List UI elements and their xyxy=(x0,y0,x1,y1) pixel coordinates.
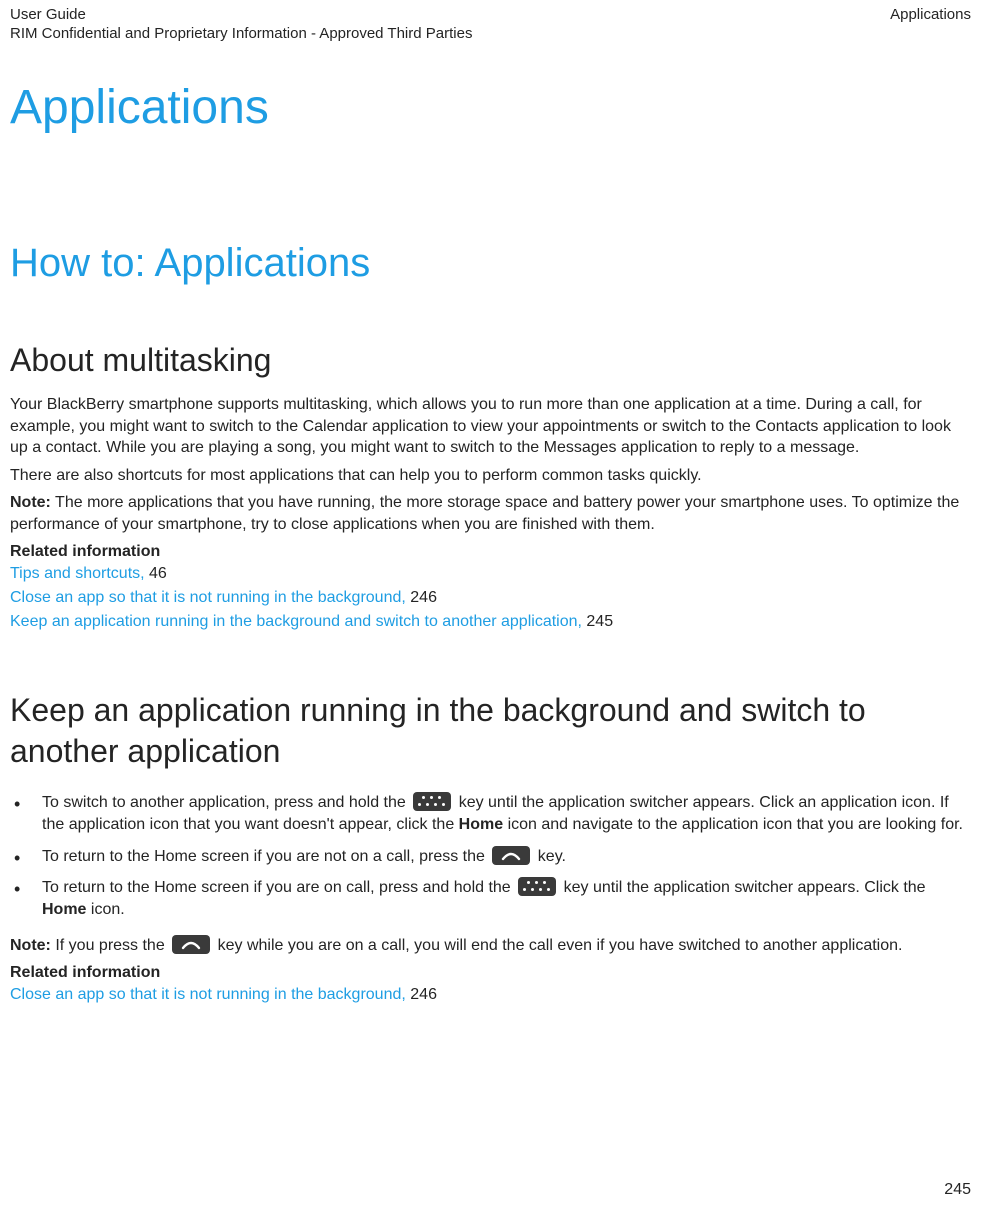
related-link-row: Close an app so that it is not running i… xyxy=(10,587,971,609)
keep-heading: Keep an application running in the backg… xyxy=(10,690,971,772)
about-note: Note: The more applications that you hav… xyxy=(10,492,971,535)
related-link-row: Close an app so that it is not running i… xyxy=(10,984,971,1006)
text-segment: If you press the xyxy=(51,937,169,954)
link-close-app[interactable]: Close an app so that it is not running i… xyxy=(10,986,406,1003)
related-info-heading: Related information xyxy=(10,543,971,561)
text-segment: key. xyxy=(538,848,566,865)
list-item: To switch to another application, press … xyxy=(10,792,971,836)
end-key-icon xyxy=(492,846,530,865)
header-left: User Guide RIM Confidential and Propriet… xyxy=(10,6,472,44)
keep-note: Note: If you press the key while you are… xyxy=(10,935,971,956)
header-chapter: Applications xyxy=(890,6,971,44)
end-key-icon xyxy=(172,935,210,954)
text-segment: key until the application switcher appea… xyxy=(564,879,926,896)
text-segment: To return to the Home screen if you are … xyxy=(42,879,515,896)
related-info-heading: Related information xyxy=(10,964,971,982)
link-keep-running[interactable]: Keep an application running in the backg… xyxy=(10,613,582,630)
header-doc-title: User Guide xyxy=(10,6,472,25)
menu-key-icon xyxy=(518,877,556,896)
about-paragraph-1: Your BlackBerry smartphone supports mult… xyxy=(10,394,971,458)
link-tips-shortcuts[interactable]: Tips and shortcuts, xyxy=(10,565,145,582)
home-label: Home xyxy=(42,901,86,918)
section-heading: How to: Applications xyxy=(10,241,971,286)
link-page-ref: 46 xyxy=(149,565,167,582)
text-segment: To switch to another application, press … xyxy=(42,794,410,811)
note-body: The more applications that you have runn… xyxy=(10,494,959,532)
link-page-ref: 246 xyxy=(410,589,437,606)
note-label: Note: xyxy=(10,494,51,511)
text-segment: icon. xyxy=(91,901,125,918)
link-page-ref: 246 xyxy=(410,986,437,1003)
note-label: Note: xyxy=(10,937,51,954)
page-number: 245 xyxy=(944,1181,971,1199)
about-heading: About multitasking xyxy=(10,340,971,381)
instruction-list: To switch to another application, press … xyxy=(10,792,971,921)
related-link-row: Tips and shortcuts, 46 xyxy=(10,563,971,585)
home-label: Home xyxy=(459,816,503,833)
about-paragraph-2: There are also shortcuts for most applic… xyxy=(10,465,971,486)
text-segment: To return to the Home screen if you are … xyxy=(42,848,489,865)
page-header: User Guide RIM Confidential and Propriet… xyxy=(10,6,971,44)
link-page-ref: 245 xyxy=(586,613,613,630)
link-close-app[interactable]: Close an app so that it is not running i… xyxy=(10,589,406,606)
text-segment: icon and navigate to the application ico… xyxy=(508,816,963,833)
list-item: To return to the Home screen if you are … xyxy=(10,877,971,921)
related-link-row: Keep an application running in the backg… xyxy=(10,611,971,633)
text-segment: key while you are on a call, you will en… xyxy=(218,937,903,954)
header-confidential: RIM Confidential and Proprietary Informa… xyxy=(10,25,472,44)
page-title: Applications xyxy=(10,80,971,135)
menu-key-icon xyxy=(413,792,451,811)
list-item: To return to the Home screen if you are … xyxy=(10,846,971,868)
